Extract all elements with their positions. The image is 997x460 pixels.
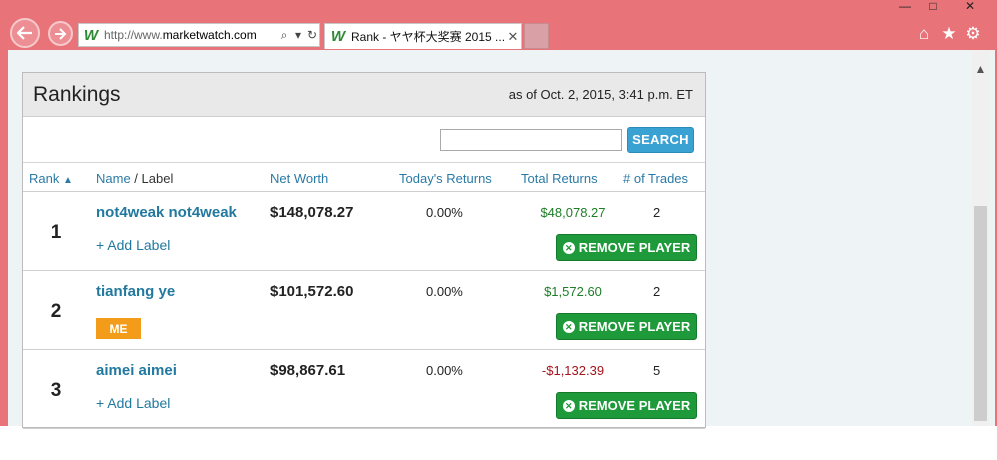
scroll-up-icon[interactable]: ▲ [972, 62, 989, 76]
site-logo-icon: W [83, 26, 99, 44]
remove-player-button[interactable]: ✕ REMOVE PLAYER [556, 392, 697, 419]
me-badge: ME [96, 318, 141, 339]
tab-title: Rank - ヤヤ杯大奖赛 2015 ... [351, 30, 505, 44]
table-row: 2 tianfang ye ME $101,572.60 0.00% $1,57… [23, 271, 705, 350]
remove-circle-icon: ✕ [562, 241, 575, 254]
close-tab-icon[interactable]: ✕ [505, 29, 521, 45]
new-tab-button[interactable] [524, 23, 549, 49]
remove-circle-icon: ✕ [562, 320, 575, 333]
rankings-panel: Rankings as of Oct. 2, 2015, 3:41 p.m. E… [22, 72, 706, 429]
net-worth-value: $148,078.27 [270, 204, 354, 221]
as-of-timestamp: as of Oct. 2, 2015, 3:41 p.m. ET [508, 87, 693, 102]
total-returns-value: -$1,132.39 [541, 363, 605, 378]
remove-player-button[interactable]: ✕ REMOVE PLAYER [556, 313, 697, 340]
back-button[interactable] [10, 18, 40, 48]
table-header: Rank ▲ Name / Label Net Worth Today's Re… [23, 163, 705, 192]
net-worth-value: $101,572.60 [270, 283, 354, 300]
total-returns-value: $48,078.27 [540, 205, 606, 220]
column-rank[interactable]: Rank ▲ [29, 171, 73, 186]
panel-header: Rankings as of Oct. 2, 2015, 3:41 p.m. E… [23, 73, 705, 117]
search-row: SEARCH [23, 117, 705, 163]
home-icon[interactable]: ⌂ [914, 24, 934, 44]
column-net-worth[interactable]: Net Worth [270, 171, 328, 186]
dropdown-icon[interactable]: ▾ [291, 28, 305, 42]
player-name-link[interactable]: aimei aimei [96, 362, 177, 379]
column-total-returns[interactable]: Total Returns [521, 171, 598, 186]
refresh-icon[interactable]: ↻ [305, 28, 319, 42]
maximize-icon[interactable]: □ [918, 0, 948, 14]
forward-icon [55, 27, 67, 40]
net-worth-value: $98,867.61 [270, 362, 346, 379]
add-label-link[interactable]: + Add Label [96, 395, 170, 411]
player-name-link[interactable]: tianfang ye [96, 283, 175, 300]
rank-value: 2 [50, 301, 62, 322]
todays-returns-value: 0.00% [426, 363, 463, 378]
trades-value: 2 [653, 205, 661, 220]
minimize-icon[interactable]: — [890, 0, 920, 14]
rank-value: 1 [50, 222, 62, 243]
column-todays-returns[interactable]: Today's Returns [399, 171, 492, 186]
trades-value: 5 [653, 363, 661, 378]
sort-asc-icon: ▲ [62, 175, 73, 186]
column-trades[interactable]: # of Trades [623, 171, 688, 186]
column-name[interactable]: Name / Label [96, 171, 173, 186]
todays-returns-value: 0.00% [426, 205, 463, 220]
player-name-link[interactable]: not4weak not4weak [96, 204, 237, 221]
trades-value: 2 [653, 284, 661, 299]
address-url[interactable]: http://www.marketwatch.com [104, 28, 277, 42]
search-icon[interactable]: ⌕ [277, 28, 291, 43]
star-icon[interactable]: ★ [939, 24, 959, 44]
add-label-link[interactable]: + Add Label [96, 237, 170, 253]
column-label: Label [141, 171, 174, 186]
search-input[interactable] [440, 128, 622, 151]
search-button[interactable]: SEARCH [627, 126, 694, 153]
forward-button[interactable] [48, 21, 73, 46]
remove-player-button[interactable]: ✕ REMOVE PLAYER [556, 234, 697, 261]
page-bottom [0, 426, 997, 460]
rank-value: 3 [50, 380, 62, 401]
remove-circle-icon: ✕ [562, 399, 575, 412]
address-bar[interactable]: W http://www.marketwatch.com ⌕ ▾ ↻ [78, 23, 320, 47]
table-row: 3 aimei aimei + Add Label $98,867.61 0.0… [23, 350, 705, 429]
scrollbar-thumb[interactable] [974, 206, 987, 421]
close-window-icon[interactable]: ✕ [955, 0, 985, 14]
browser-tab[interactable]: W Rank - ヤヤ杯大奖赛 2015 ... ✕ [324, 23, 522, 49]
todays-returns-value: 0.00% [426, 284, 463, 299]
table-row: 1 not4weak not4weak + Add Label $148,078… [23, 192, 705, 271]
site-logo-icon: W [330, 28, 346, 45]
back-icon [17, 26, 32, 40]
gear-icon[interactable]: ⚙ [963, 24, 983, 44]
page-title: Rankings [33, 82, 121, 106]
total-returns-value: $1,572.60 [544, 284, 602, 299]
